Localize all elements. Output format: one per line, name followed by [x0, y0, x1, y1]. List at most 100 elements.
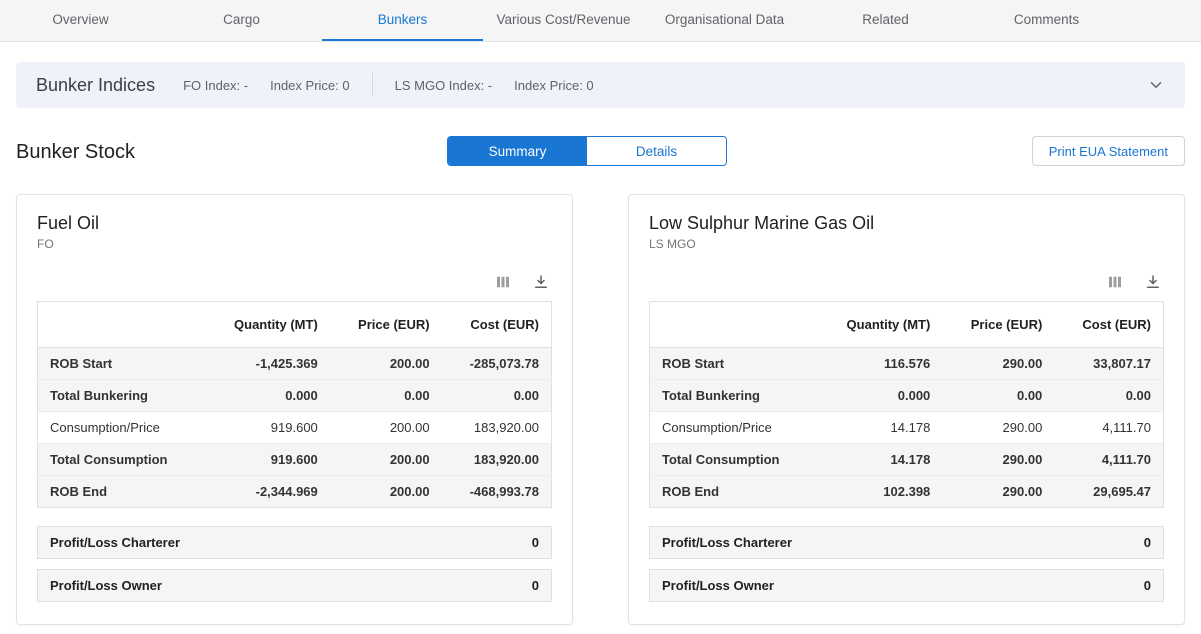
row-value: 4,111.70	[1054, 444, 1163, 476]
row-value: 919.600	[204, 412, 330, 444]
bunker-table: Quantity (MT) Price (EUR) Cost (EUR) ROB…	[649, 301, 1164, 508]
fuel-oil-card: Fuel Oil FO Quantity (MT) Price (EUR) Co…	[16, 194, 573, 625]
column-header-cost: Cost (EUR)	[1054, 302, 1163, 348]
profit-label: Profit/Loss Charterer	[50, 535, 180, 550]
row-value: -2,344.969	[204, 476, 330, 508]
row-value: 0.00	[942, 380, 1054, 412]
card-toolbar	[649, 273, 1162, 291]
row-value: 919.600	[204, 444, 330, 476]
print-eua-statement-button[interactable]: Print EUA Statement	[1032, 136, 1185, 166]
row-value: 183,920.00	[442, 412, 552, 444]
profit-loss-owner-row: Profit/Loss Owner 0	[649, 569, 1164, 602]
page-title: Bunker Stock	[16, 141, 135, 164]
profit-value: 0	[532, 535, 539, 550]
table-row: Total Bunkering0.0000.000.00	[38, 380, 552, 412]
column-header	[650, 302, 816, 348]
row-value: 183,920.00	[442, 444, 552, 476]
row-label: Total Bunkering	[38, 380, 204, 412]
column-header-quantity: Quantity (MT)	[204, 302, 330, 348]
card-subtitle: LS MGO	[649, 237, 1164, 251]
column-header-quantity: Quantity (MT)	[816, 302, 942, 348]
ls-mgo-index-value: LS MGO Index: -	[395, 78, 493, 93]
row-value: 102.398	[816, 476, 942, 508]
table-row: Total Bunkering0.0000.000.00	[650, 380, 1164, 412]
bunker-stock-header: Bunker Stock Summary Details Print EUA S…	[16, 134, 1185, 170]
row-value: 33,807.17	[1054, 348, 1163, 380]
row-label: Total Consumption	[650, 444, 816, 476]
card-toolbar	[37, 273, 550, 291]
row-value: 0.00	[442, 380, 552, 412]
row-label: Total Consumption	[38, 444, 204, 476]
chevron-down-icon[interactable]	[1147, 76, 1165, 94]
tab-organisational-data[interactable]: Organisational Data	[644, 0, 805, 41]
ls-mgo-index-price: Index Price: 0	[514, 78, 594, 93]
tab-bunkers[interactable]: Bunkers	[322, 0, 483, 41]
table-row: ROB Start-1,425.369200.00-285,073.78	[38, 348, 552, 380]
row-label: ROB End	[650, 476, 816, 508]
row-value: 290.00	[942, 476, 1054, 508]
profit-value: 0	[1144, 535, 1151, 550]
profit-label: Profit/Loss Charterer	[662, 535, 792, 550]
table-row: Consumption/Price14.178290.004,111.70	[650, 412, 1164, 444]
card-subtitle: FO	[37, 237, 552, 251]
summary-details-toggle: Summary Details	[447, 136, 727, 166]
row-value: 0.000	[816, 380, 942, 412]
row-value: 4,111.70	[1054, 412, 1163, 444]
table-header-row: Quantity (MT) Price (EUR) Cost (EUR)	[38, 302, 552, 348]
table-row: ROB End-2,344.969200.00-468,993.78	[38, 476, 552, 508]
tab-overview[interactable]: Overview	[0, 0, 161, 41]
download-icon[interactable]	[1144, 273, 1162, 291]
row-value: 29,695.47	[1054, 476, 1163, 508]
row-value: 200.00	[330, 348, 442, 380]
row-label: Consumption/Price	[38, 412, 204, 444]
row-value: 14.178	[816, 444, 942, 476]
tab-comments[interactable]: Comments	[966, 0, 1127, 41]
profit-loss-owner-row: Profit/Loss Owner 0	[37, 569, 552, 602]
profit-label: Profit/Loss Owner	[662, 578, 774, 593]
column-header	[38, 302, 204, 348]
columns-icon[interactable]	[494, 273, 512, 291]
summary-toggle-button[interactable]: Summary	[448, 137, 587, 165]
card-title: Low Sulphur Marine Gas Oil	[649, 213, 1164, 234]
table-row: ROB End102.398290.0029,695.47	[650, 476, 1164, 508]
bunker-indices-title: Bunker Indices	[36, 75, 155, 96]
top-nav: Overview Cargo Bunkers Various Cost/Reve…	[0, 0, 1201, 42]
row-value: 290.00	[942, 348, 1054, 380]
bunker-table: Quantity (MT) Price (EUR) Cost (EUR) ROB…	[37, 301, 552, 508]
row-value: 290.00	[942, 412, 1054, 444]
columns-icon[interactable]	[1106, 273, 1124, 291]
row-value: 200.00	[330, 412, 442, 444]
row-value: 0.00	[1054, 380, 1163, 412]
divider	[372, 73, 373, 97]
fo-index-price: Index Price: 0	[270, 78, 350, 93]
column-header-price: Price (EUR)	[330, 302, 442, 348]
profit-value: 0	[532, 578, 539, 593]
profit-loss-charterer-row: Profit/Loss Charterer 0	[649, 526, 1164, 559]
tab-cargo[interactable]: Cargo	[161, 0, 322, 41]
details-toggle-button[interactable]: Details	[587, 137, 726, 165]
table-row: Total Consumption919.600200.00183,920.00	[38, 444, 552, 476]
profit-value: 0	[1144, 578, 1151, 593]
row-value: 0.000	[204, 380, 330, 412]
table-row: Total Consumption14.178290.004,111.70	[650, 444, 1164, 476]
column-header-cost: Cost (EUR)	[442, 302, 552, 348]
bunker-indices-bar: Bunker Indices FO Index: - Index Price: …	[16, 62, 1185, 108]
row-value: -468,993.78	[442, 476, 552, 508]
row-value: -1,425.369	[204, 348, 330, 380]
column-header-price: Price (EUR)	[942, 302, 1054, 348]
profit-label: Profit/Loss Owner	[50, 578, 162, 593]
row-value: 290.00	[942, 444, 1054, 476]
tab-various-cost-revenue[interactable]: Various Cost/Revenue	[483, 0, 644, 41]
fo-index-value: FO Index: -	[183, 78, 248, 93]
download-icon[interactable]	[532, 273, 550, 291]
row-value: 200.00	[330, 476, 442, 508]
card-title: Fuel Oil	[37, 213, 552, 234]
tab-related[interactable]: Related	[805, 0, 966, 41]
row-value: 14.178	[816, 412, 942, 444]
bunker-cards: Fuel Oil FO Quantity (MT) Price (EUR) Co…	[16, 194, 1185, 625]
row-value: 200.00	[330, 444, 442, 476]
table-row: ROB Start116.576290.0033,807.17	[650, 348, 1164, 380]
profit-loss-charterer-row: Profit/Loss Charterer 0	[37, 526, 552, 559]
row-label: ROB Start	[650, 348, 816, 380]
row-value: -285,073.78	[442, 348, 552, 380]
